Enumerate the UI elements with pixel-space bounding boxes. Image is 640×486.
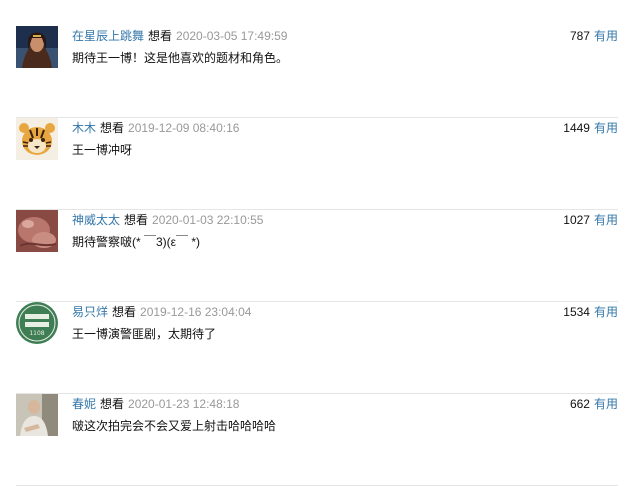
comment-time: 2020-01-23 12:48:18 — [128, 397, 240, 411]
woman-portrait-avatar[interactable] — [16, 26, 58, 68]
comment-status: 想看 — [148, 29, 173, 43]
comment-time: 2019-12-09 08:40:16 — [128, 121, 240, 135]
comment-username[interactable]: 在星辰上跳舞 — [72, 29, 144, 43]
comment-item: 神威太太 想看 2020-01-03 22:10:55 期待警察啵(* ￣3)(ε￣… — [16, 210, 618, 302]
vote-count: 1027 — [563, 213, 590, 227]
comment-list: 在星辰上跳舞 想看 2020-03-05 17:49:59 期待王一博！这是他喜欢的… — [0, 0, 640, 486]
comment-item: 春妮 想看 2020-01-23 12:48:18 啵这次拍完会不会又爱上射击哈哈哈… — [16, 394, 618, 486]
green-badge-avatar[interactable]: 1108 — [16, 302, 58, 344]
useful-button[interactable]: 有用 — [594, 305, 618, 319]
avatar-badge-text: 1108 — [29, 330, 44, 337]
comment-time: 2020-03-05 17:49:59 — [176, 29, 288, 43]
person-photo-avatar[interactable] — [16, 394, 58, 436]
comment-username[interactable]: 春妮 — [72, 397, 96, 411]
comment-status: 想看 — [124, 213, 149, 227]
useful-button[interactable]: 有用 — [594, 29, 618, 43]
comment-text: 期待警察啵(* ￣3)(ε￣ *) — [72, 235, 201, 249]
useful-button[interactable]: 有用 — [594, 121, 618, 135]
comment-username[interactable]: 易只烊 — [72, 305, 108, 319]
vote-count: 1534 — [563, 305, 590, 319]
comment-status: 想看 — [112, 305, 137, 319]
comment-time: 2019-12-16 23:04:04 — [140, 305, 252, 319]
comment-time: 2020-01-03 22:10:55 — [152, 213, 264, 227]
vote-count: 1449 — [563, 121, 590, 135]
tiger-avatar[interactable] — [16, 118, 58, 160]
comment-status: 想看 — [100, 121, 125, 135]
useful-button[interactable]: 有用 — [594, 397, 618, 411]
vote-count: 662 — [569, 397, 590, 411]
vote-count: 787 — [569, 29, 590, 43]
comment-status: 想看 — [100, 397, 125, 411]
comment-item: 1108 易只烊 想看 2019-12-16 23:04:04 王一博演警匪剧，太期… — [16, 302, 618, 394]
comment-text: 啵这次拍完会不会又爱上射击哈哈哈哈 — [72, 419, 277, 433]
comment-text: 期待王一博！这是他喜欢的题材和角色。 — [72, 51, 289, 65]
comment-text: 王一博冲呀 — [72, 143, 133, 157]
comment-text: 王一博演警匪剧，太期待了 — [72, 327, 217, 341]
comment-item: 在星辰上跳舞 想看 2020-03-05 17:49:59 期待王一博！这是他喜欢的… — [16, 26, 618, 118]
comment-item: 木木 想看 2019-12-09 08:40:16 王一博冲呀 1449 有用 — [16, 118, 618, 210]
useful-button[interactable]: 有用 — [594, 213, 618, 227]
comment-username[interactable]: 木木 — [72, 121, 96, 135]
comment-username[interactable]: 神威太太 — [72, 213, 120, 227]
hand-closeup-avatar[interactable] — [16, 210, 58, 252]
